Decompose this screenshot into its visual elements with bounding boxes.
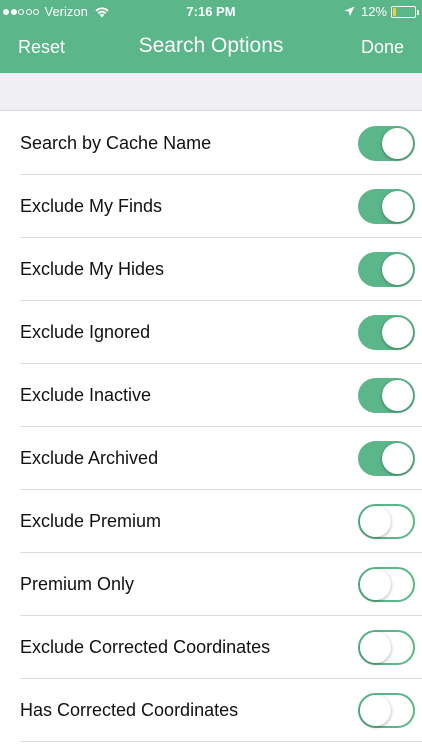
- option-label: Exclude Corrected Coordinates: [20, 637, 271, 657]
- option-toggle-switch[interactable]: [358, 126, 415, 161]
- toggle-knob: [382, 191, 413, 222]
- option-toggle-switch[interactable]: [358, 630, 415, 665]
- battery-level-fill: [393, 7, 396, 16]
- option-toggle-switch[interactable]: [358, 693, 415, 728]
- toggle-knob: [382, 254, 413, 285]
- option-label: Has Corrected Coordinates: [20, 700, 239, 720]
- option-label: Exclude Archived: [20, 448, 159, 468]
- option-label: Exclude My Hides: [20, 259, 165, 279]
- option-row: Exclude Ignored: [20, 301, 422, 364]
- option-toggle-switch[interactable]: [358, 441, 415, 476]
- toggle-knob: [360, 695, 391, 726]
- option-row: Has Corrected Coordinates: [20, 679, 422, 742]
- page-title: Search Options: [138, 34, 284, 57]
- status-bar: Verizon 7:16 PM 12%: [0, 0, 422, 24]
- battery-nub: [417, 9, 419, 15]
- done-button[interactable]: Done: [361, 37, 404, 58]
- option-toggle-switch[interactable]: [358, 315, 415, 350]
- option-row: Exclude My Hides: [20, 238, 422, 301]
- location-arrow-icon: [344, 6, 355, 17]
- option-row: Exclude Corrected Coordinates: [20, 616, 422, 679]
- header: Verizon 7:16 PM 12% Reset Search Options…: [0, 0, 422, 73]
- section-gap: [0, 73, 422, 111]
- option-label: Premium Only: [20, 574, 135, 594]
- option-label: Exclude My Finds: [20, 196, 163, 216]
- toggle-knob: [360, 569, 391, 600]
- option-label: Exclude Premium: [20, 511, 162, 531]
- option-row: Exclude My Finds: [20, 175, 422, 238]
- toggle-knob: [382, 317, 413, 348]
- option-toggle-switch[interactable]: [358, 378, 415, 413]
- option-toggle-switch[interactable]: [358, 189, 415, 224]
- options-list: Search by Cache Name Exclude My Finds Excl…: [0, 112, 422, 742]
- toggle-knob: [382, 128, 413, 159]
- option-label: Search by Cache Name: [20, 133, 212, 153]
- option-toggle-switch[interactable]: [358, 567, 415, 602]
- option-row: Exclude Premium: [20, 490, 422, 553]
- battery-percent: 12%: [360, 4, 387, 19]
- toggle-knob: [360, 506, 391, 537]
- option-row: Search by Cache Name: [20, 112, 422, 175]
- option-row: Exclude Archived: [20, 427, 422, 490]
- option-label: Exclude Ignored: [20, 322, 151, 342]
- battery-icon: [391, 5, 419, 18]
- option-row: Exclude Inactive: [20, 364, 422, 427]
- toggle-knob: [382, 443, 413, 474]
- option-label: Exclude Inactive: [20, 385, 152, 405]
- status-right: 12%: [344, 4, 419, 19]
- toggle-knob: [360, 632, 391, 663]
- option-row: Premium Only: [20, 553, 422, 616]
- navigation-bar: Reset Search Options Done: [0, 24, 422, 73]
- option-toggle-switch[interactable]: [358, 252, 415, 287]
- option-toggle-switch[interactable]: [358, 504, 415, 539]
- toggle-knob: [382, 380, 413, 411]
